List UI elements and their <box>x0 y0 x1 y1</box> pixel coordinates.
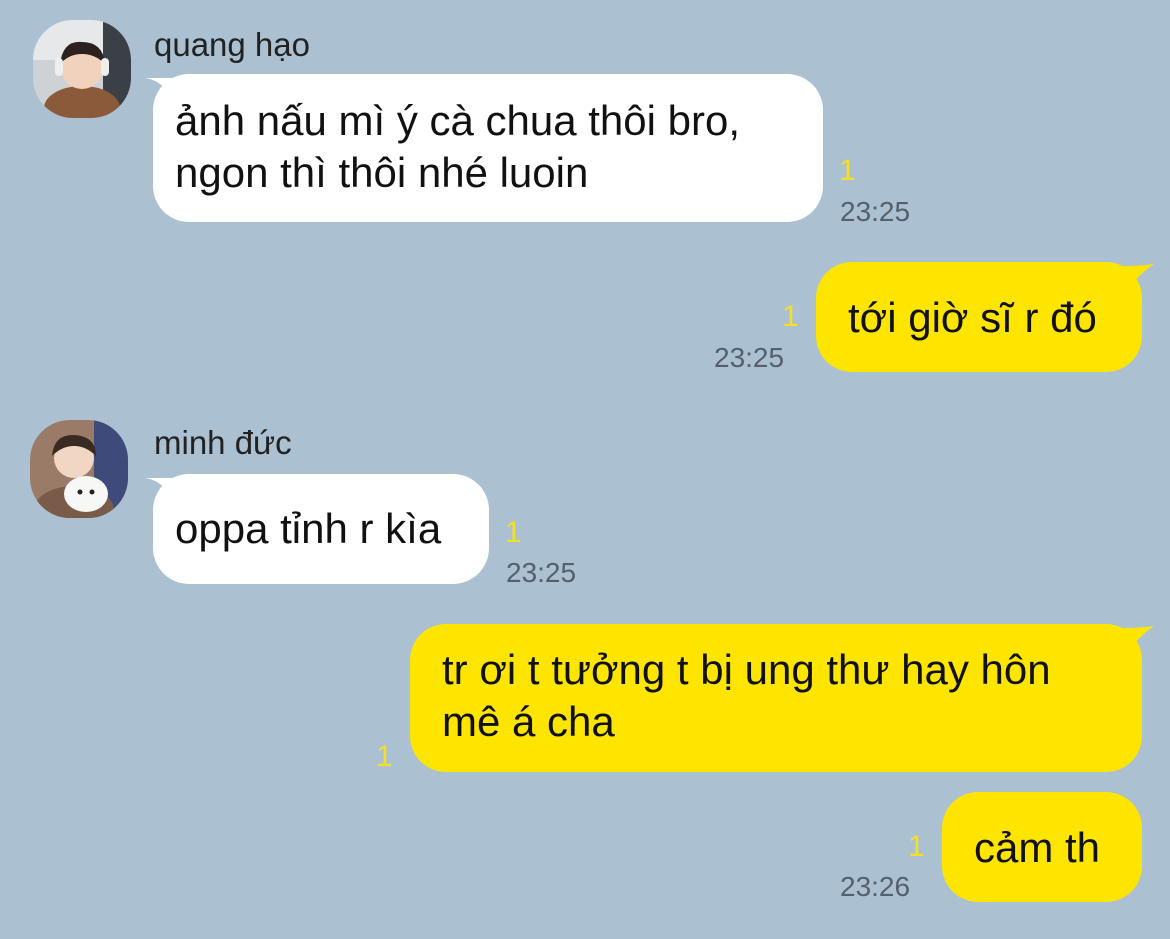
bubble-tail <box>1122 626 1154 652</box>
message-bubble-outgoing[interactable]: tr ơi t tưởng t bị ung thư hay hôn mê á … <box>410 624 1142 772</box>
avatar-photo-icon <box>33 20 131 118</box>
message-text-line: cảm th <box>974 824 1101 871</box>
message-time: 23:25 <box>840 196 911 227</box>
message-text-line: oppa tỉnh r kìa <box>175 505 442 552</box>
message-text-line: ảnh nấu mì ý cà chua thôi bro, <box>175 97 741 144</box>
message-bubble-outgoing[interactable]: tới giờ sĩ r đó <box>816 262 1142 372</box>
avatar-quang-hao[interactable] <box>33 20 131 118</box>
unread-count: 1 <box>782 300 799 333</box>
message-text-line: tr ơi t tưởng t bị ung thư hay hôn <box>442 646 1051 693</box>
avatar-minh-duc[interactable] <box>30 420 128 518</box>
unread-count: 1 <box>376 740 393 773</box>
bubble-tail <box>1122 264 1154 290</box>
unread-count: 1 <box>505 516 522 549</box>
message-bubble-outgoing[interactable]: cảm th <box>942 792 1142 902</box>
message-text-line: tới giờ sĩ r đó <box>848 294 1097 341</box>
message-time: 23:26 <box>840 871 911 902</box>
message-time: 23:25 <box>714 342 785 373</box>
unread-count: 1 <box>908 830 925 863</box>
message-bubble-incoming[interactable]: oppa tỉnh r kìa <box>153 474 489 584</box>
sender-name: quang hạo <box>154 26 310 63</box>
message-time: 23:25 <box>506 557 577 588</box>
message-text-line: mê á cha <box>442 698 615 745</box>
unread-count: 1 <box>839 154 856 187</box>
message-bubble-incoming[interactable]: ảnh nấu mì ý cà chua thôi bro, ngon thì … <box>153 74 823 222</box>
avatar-photo-icon <box>30 420 128 518</box>
message-text-line: ngon thì thôi nhé luoin <box>175 149 589 196</box>
sender-name: minh đức <box>154 424 292 461</box>
